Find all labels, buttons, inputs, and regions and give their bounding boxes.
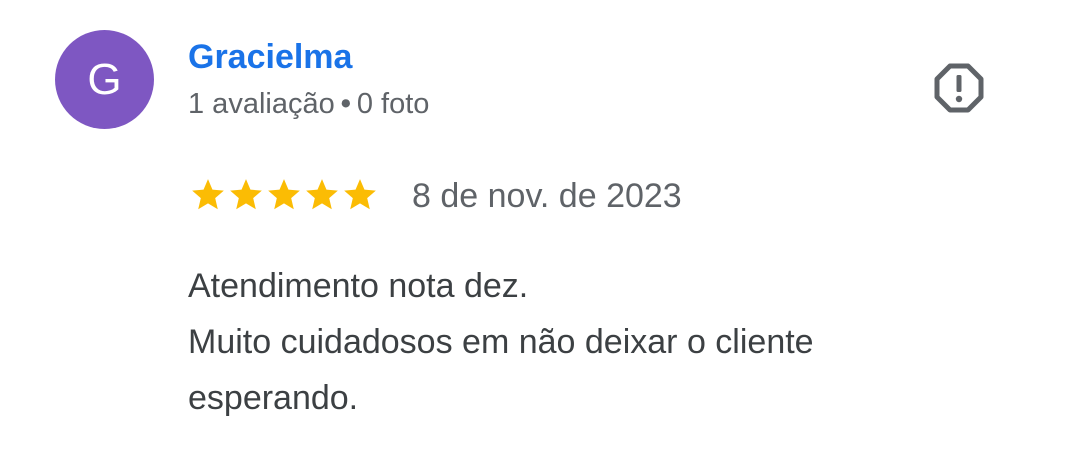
star-icon xyxy=(230,179,262,210)
reviewer-name[interactable]: Gracielma xyxy=(188,37,352,77)
star-icon xyxy=(268,179,300,210)
star-icon xyxy=(344,179,376,210)
meta-separator: • xyxy=(340,88,351,120)
review-text: Atendimento nota dez. Muito cuidadosos e… xyxy=(188,258,1028,426)
reviews-count: 1 avaliação xyxy=(188,88,335,120)
star-icon xyxy=(192,179,224,210)
avatar-initial: G xyxy=(87,54,122,104)
photos-count: 0 foto xyxy=(356,88,430,120)
star-rating xyxy=(189,176,379,214)
report-flag-icon[interactable] xyxy=(931,60,987,116)
star-icon xyxy=(306,179,338,210)
review-text-line: esperando. xyxy=(188,379,359,417)
review-text-line: Atendimento nota dez. xyxy=(188,267,529,305)
review-text-line: Muito cuidadosos em não deixar o cliente xyxy=(188,323,814,361)
avatar[interactable]: G xyxy=(55,30,154,129)
review-date: 8 de nov. de 2023 xyxy=(412,177,682,215)
reviewer-meta: 1 avaliação • 0 foto xyxy=(188,86,429,122)
